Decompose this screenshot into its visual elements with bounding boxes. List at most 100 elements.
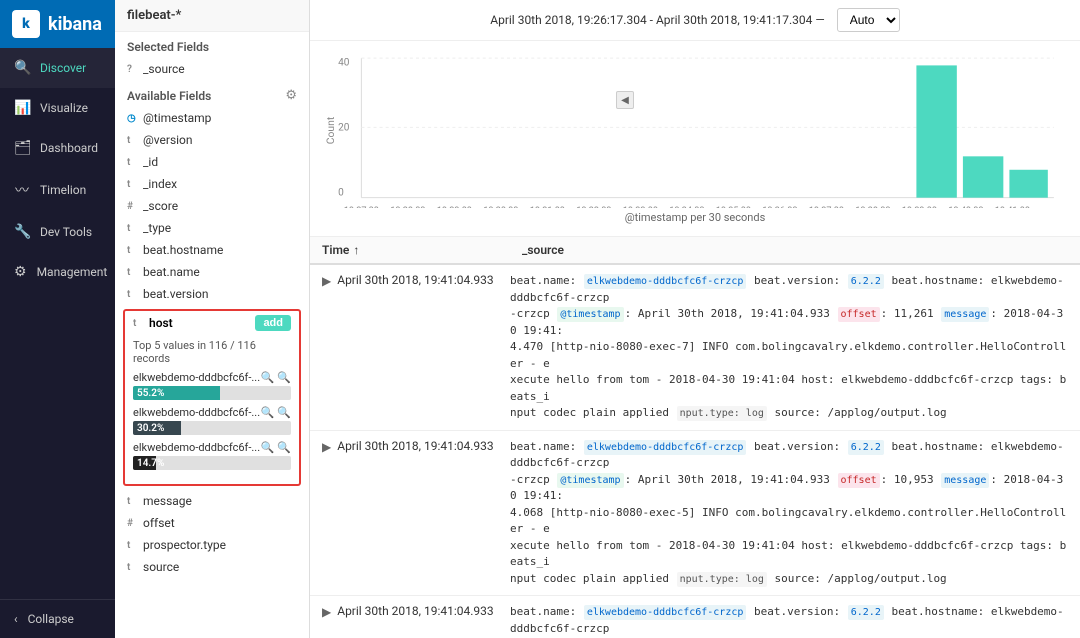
field-name-message: message	[143, 494, 192, 508]
source-key-beatver-1: beat.version:	[754, 274, 847, 287]
svg-text:19:41:00: 19:41:00	[995, 205, 1030, 208]
host-bar-actions-2: 🔍 🔍	[261, 406, 291, 419]
message-tag-1[interactable]: message	[941, 307, 989, 322]
field-item-index[interactable]: t _index	[115, 173, 309, 195]
selected-field-source[interactable]: ? _source	[115, 58, 309, 80]
index-pattern[interactable]: filebeat-*	[115, 0, 309, 32]
dashboard-icon: 🗂	[14, 140, 30, 156]
prospector-tag-1[interactable]: nput.type: log	[677, 406, 767, 421]
field-item-id[interactable]: t _id	[115, 151, 309, 173]
source-text-1c: nput codec plain applied	[510, 406, 676, 419]
field-item-beat-name[interactable]: t beat.name	[115, 261, 309, 283]
search-minus-icon-3[interactable]: 🔍	[277, 441, 291, 454]
beat-name-val-2[interactable]: elkwebdemo-dddbcfc6f-crzcp	[584, 440, 747, 455]
source-key-beathost-3: beat.hostname:	[891, 605, 990, 618]
field-type-t1: t	[127, 135, 137, 146]
available-fields-title: Available Fields	[127, 89, 211, 103]
prospector-tag-2[interactable]: nput.type: log	[677, 572, 767, 587]
svg-text:19:33:00: 19:33:00	[623, 205, 658, 208]
field-name-beat-hostname: beat.hostname	[143, 243, 223, 257]
svg-text:19:38:00: 19:38:00	[855, 205, 890, 208]
nav-item-visualize[interactable]: 📊 Visualize	[0, 88, 115, 128]
kibana-logo[interactable]: k kibana	[0, 0, 115, 48]
collapse-button[interactable]: ‹ Collapse	[0, 599, 115, 638]
beat-ver-val-1[interactable]: 6.2.2	[848, 274, 884, 289]
available-fields-header: Available Fields ⚙	[115, 80, 309, 107]
auto-refresh-select[interactable]: Auto	[837, 8, 900, 32]
source-text-2b: xecute hello from tom - 2018-04-30 19:41…	[510, 539, 1066, 569]
field-item-version[interactable]: t @version	[115, 129, 309, 151]
host-field-expanded: t host add Top 5 values in 116 / 116 rec…	[123, 309, 301, 486]
source-key-beatver-3: beat.version:	[754, 605, 847, 618]
search-plus-icon-3[interactable]: 🔍	[261, 441, 275, 454]
host-bar-actions-1: 🔍 🔍	[261, 371, 291, 384]
svg-text:0: 0	[338, 188, 344, 199]
timestamp-tag-1[interactable]: @timestamp	[557, 307, 623, 322]
field-name-timestamp: @timestamp	[143, 111, 211, 125]
add-host-button[interactable]: add	[255, 315, 291, 331]
field-type-host: t	[133, 318, 143, 329]
nav-item-dashboard[interactable]: 🗂 Dashboard	[0, 128, 115, 168]
source-text-2c: nput codec plain applied	[510, 572, 676, 585]
field-item-message[interactable]: t message	[115, 490, 309, 512]
host-bar-fill-2: 30.2%	[133, 421, 181, 435]
svg-text:19:37:00: 19:37:00	[809, 205, 844, 208]
nav-item-management[interactable]: ⚙ Management	[0, 252, 115, 292]
host-bar-label-2: elkwebdemo-dddbcfc6f-... 🔍 🔍	[133, 406, 291, 419]
svg-text:19:35:00: 19:35:00	[716, 205, 751, 208]
nav-item-timelion[interactable]: 〰 Timelion	[0, 168, 115, 212]
field-name-id: _id	[143, 155, 158, 169]
field-item-source[interactable]: t source	[115, 556, 309, 578]
field-item-beat-hostname[interactable]: t beat.hostname	[115, 239, 309, 261]
field-type-t10: t	[127, 562, 137, 573]
source-text-1a: 4.470 [http-nio-8080-exec-7] INFO com.bo…	[510, 340, 1066, 370]
nav-label-timelion: Timelion	[40, 183, 86, 197]
host-bar-name-3: elkwebdemo-dddbcfc6f-...	[133, 441, 260, 454]
field-type-t9: t	[127, 540, 137, 551]
discover-icon: 🔍	[14, 60, 30, 76]
expand-arrow-1[interactable]: ▶	[322, 274, 331, 288]
row-time-2: ▶ April 30th 2018, 19:41:04.933	[310, 431, 510, 462]
beat-ver-val-3[interactable]: 6.2.2	[848, 605, 884, 620]
field-name-beat-name: beat.name	[143, 265, 200, 279]
field-item-timestamp[interactable]: ◷ @timestamp	[115, 107, 309, 129]
search-minus-icon-2[interactable]: 🔍	[277, 406, 291, 419]
source-key-beatname-1: beat.name:	[510, 274, 583, 287]
expand-arrow-2[interactable]: ▶	[322, 440, 331, 454]
search-minus-icon-1[interactable]: 🔍	[277, 371, 291, 384]
beat-name-val-3[interactable]: elkwebdemo-dddbcfc6f-crzcp	[584, 605, 747, 620]
time-value-1: April 30th 2018, 19:41:04.933	[337, 273, 493, 287]
source-text-1b: xecute hello from tom - 2018-04-30 19:41…	[510, 373, 1066, 403]
nav-item-devtools[interactable]: 🔧 Dev Tools	[0, 212, 115, 252]
field-item-prospector[interactable]: t prospector.type	[115, 534, 309, 556]
source-key-ts-1: -crzcp	[510, 307, 556, 320]
field-item-type[interactable]: t _type	[115, 217, 309, 239]
field-item-score[interactable]: # _score	[115, 195, 309, 217]
table-row: ▶ April 30th 2018, 19:41:04.933 beat.nam…	[310, 596, 1080, 638]
results-table: Time ↑ _source ▶ April 30th 2018, 19:41:…	[310, 237, 1080, 638]
table-row: ▶ April 30th 2018, 19:41:04.933 beat.nam…	[310, 265, 1080, 431]
offset-tag-1[interactable]: offset	[838, 307, 880, 322]
expand-arrow-3[interactable]: ▶	[322, 605, 331, 619]
nav-item-discover[interactable]: 🔍 Discover	[0, 48, 115, 88]
sort-icon[interactable]: ↑	[353, 243, 359, 257]
left-navigation: k kibana 🔍 Discover 📊 Visualize 🗂 Dashbo…	[0, 0, 115, 638]
field-type-hash1: #	[127, 201, 137, 212]
search-plus-icon-2[interactable]: 🔍	[261, 406, 275, 419]
beat-ver-val-2[interactable]: 6.2.2	[848, 440, 884, 455]
timestamp-tag-2[interactable]: @timestamp	[557, 473, 623, 488]
field-item-beat-version[interactable]: t beat.version	[115, 283, 309, 305]
host-bar-2: elkwebdemo-dddbcfc6f-... 🔍 🔍 30.2%	[133, 406, 291, 435]
gear-icon[interactable]: ⚙	[285, 88, 297, 103]
field-type-question: ?	[127, 64, 137, 75]
message-tag-2[interactable]: message	[941, 473, 989, 488]
svg-text:19:36:00: 19:36:00	[762, 205, 797, 208]
offset-tag-2[interactable]: offset	[838, 473, 880, 488]
svg-text:19:29:00: 19:29:00	[437, 205, 472, 208]
beat-name-val-1[interactable]: elkwebdemo-dddbcfc6f-crzcp	[584, 274, 747, 289]
field-item-offset[interactable]: # offset	[115, 512, 309, 534]
bar-12	[916, 65, 956, 197]
field-name-beat-version: beat.version	[143, 287, 208, 301]
search-plus-icon-1[interactable]: 🔍	[261, 371, 275, 384]
svg-text:19:30:00: 19:30:00	[483, 205, 518, 208]
